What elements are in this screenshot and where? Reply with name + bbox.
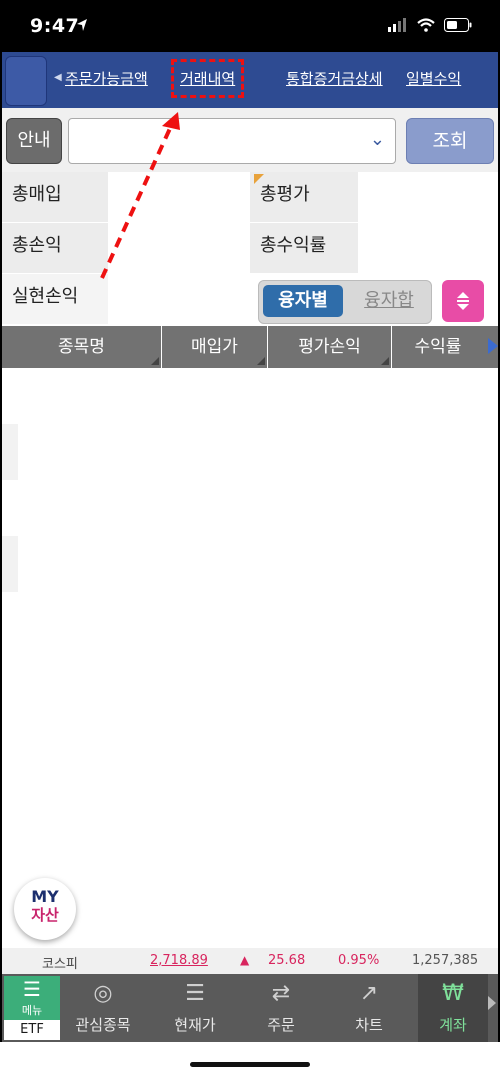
nav-watchlist-label: 관심종목 — [75, 1016, 131, 1034]
info-button[interactable]: 안내 — [6, 118, 62, 164]
col-eval-pl[interactable]: 평가손익 — [268, 326, 392, 368]
cellular-signal-icon — [388, 18, 406, 32]
value-realized-pl — [108, 274, 248, 324]
top-tab-bar: ◀ 주문가능금액 거래내역 통합증거금상세 일별수익 — [2, 52, 498, 108]
nav-chart[interactable]: ↗ 차트 — [334, 974, 404, 1042]
nav-scroll-right-icon[interactable] — [488, 996, 496, 1010]
side-menu-button[interactable] — [5, 56, 47, 106]
ticker-change: 25.68 — [268, 953, 306, 968]
nav-account[interactable]: ₩ 계좌 — [418, 974, 488, 1042]
loan-view-toggle: 융자별 융자합 — [258, 280, 432, 324]
status-bar: 9:47 — [0, 0, 500, 52]
menu-label: 메뉴 — [21, 1004, 43, 1017]
ticker-volume: 1,257,385 — [412, 953, 479, 968]
label-total-buy: 총매입 — [2, 172, 108, 222]
nav-order-label: 주문 — [267, 1016, 295, 1034]
value-total-eval — [358, 172, 498, 222]
price-ladder-icon: ☰ — [185, 981, 205, 1006]
col-return-label: 수익률 — [414, 337, 462, 357]
value-total-return — [358, 223, 498, 273]
battery-icon — [444, 18, 472, 32]
value-total-pl — [108, 223, 248, 273]
table-row[interactable] — [2, 424, 18, 480]
nav-current-price-label: 현재가 — [174, 1016, 216, 1034]
my-assets-button[interactable]: MY 자산 — [14, 878, 76, 940]
label-total-return: 총수익률 — [250, 223, 358, 273]
toggle-loan-sum[interactable]: 융자합 — [351, 285, 427, 317]
account-summary: 총매입 총평가 총손익 총수익률 실현손익 융자별 융자합 — [2, 172, 498, 324]
my-assets-line1: MY — [31, 887, 59, 906]
watchlist-icon: ◎ — [93, 981, 113, 1006]
tab-margin-detail[interactable]: 통합증거금상세 — [286, 68, 383, 89]
nav-watchlist[interactable]: ◎ 관심종목 — [68, 974, 138, 1042]
home-indicator[interactable] — [190, 1062, 310, 1067]
account-select[interactable]: ⌄ — [68, 118, 396, 164]
nav-chart-label: 차트 — [355, 1016, 383, 1034]
my-assets-line2: 자산 — [31, 906, 59, 924]
sort-corner-icon — [257, 357, 265, 365]
status-time: 9:47 — [30, 15, 80, 37]
phone-frame: 9:47 ◀ 주문가능금액 거래내역 통합증거금상세 일별수익 안내 ⌄ 조회 … — [0, 0, 500, 1082]
exchange-arrows-icon: ⇄ — [271, 981, 291, 1006]
nav-order[interactable]: ⇄ 주문 — [246, 974, 316, 1042]
tab-daily-return[interactable]: 일별수익 — [406, 68, 461, 89]
holdings-table-body — [2, 368, 498, 948]
toggle-by-loan[interactable]: 융자별 — [263, 285, 343, 317]
hamburger-icon: ☰ — [23, 977, 41, 1001]
holdings-table-header: 종목명 매입가 평가손익 수익률 — [2, 326, 498, 368]
wifi-icon — [417, 18, 435, 32]
bottom-nav: ☰ 메뉴 ETF ◎ 관심종목 ☰ 현재가 ⇄ 주문 ↗ 차트 ₩ 계좌 — [2, 974, 498, 1042]
note-marker-icon — [254, 174, 264, 184]
label-total-pl: 총손익 — [2, 223, 108, 273]
up-triangle-icon: ▲ — [240, 953, 250, 967]
tab-transaction-history[interactable]: 거래내역 — [170, 59, 245, 98]
columns-next-icon[interactable] — [488, 338, 498, 354]
col-return[interactable]: 수익률 — [392, 326, 484, 368]
sort-corner-icon — [381, 357, 389, 365]
sort-button[interactable] — [442, 280, 484, 322]
etf-label[interactable]: ETF — [4, 1020, 60, 1040]
ticker-percent: 0.95% — [338, 953, 380, 968]
col-buy-price-label: 매입가 — [191, 337, 238, 357]
label-realized-pl: 실현손익 — [2, 274, 108, 324]
nav-current-price[interactable]: ☰ 현재가 — [160, 974, 230, 1042]
ticker-value: 2,718.89 — [150, 953, 208, 968]
chevron-down-icon: ⌄ — [369, 129, 385, 150]
sort-updown-icon — [457, 292, 469, 310]
sort-corner-icon — [151, 357, 159, 365]
location-arrow-icon — [77, 19, 87, 31]
chart-icon: ↗ — [359, 981, 379, 1006]
status-icons — [77, 18, 472, 32]
label-total-eval: 총평가 — [250, 172, 358, 222]
value-total-buy — [108, 172, 248, 222]
index-ticker[interactable]: 코스피 2,718.89 ▲ 25.68 0.95% 1,257,385 — [2, 948, 498, 974]
account-input-row: 안내 ⌄ 조회 — [2, 108, 498, 172]
col-buy-price[interactable]: 매입가 — [162, 326, 268, 368]
col-stock-name-label: 종목명 — [58, 337, 105, 357]
tab-scroll-left-icon[interactable]: ◀ — [54, 72, 62, 83]
col-stock-name[interactable]: 종목명 — [2, 326, 162, 368]
query-button[interactable]: 조회 — [406, 118, 494, 164]
tab-available-amount[interactable]: 주문가능금액 — [65, 68, 148, 89]
app-screen: ◀ 주문가능금액 거래내역 통합증거금상세 일별수익 안내 ⌄ 조회 총매입 총… — [2, 52, 498, 1042]
ticker-index-name: 코스피 — [42, 957, 78, 972]
menu-button[interactable]: ☰ 메뉴 ETF — [4, 976, 60, 1040]
won-icon: ₩ — [442, 981, 464, 1006]
nav-account-label: 계좌 — [439, 1016, 467, 1034]
table-row[interactable] — [2, 536, 18, 592]
col-eval-pl-label: 평가손익 — [298, 337, 361, 357]
